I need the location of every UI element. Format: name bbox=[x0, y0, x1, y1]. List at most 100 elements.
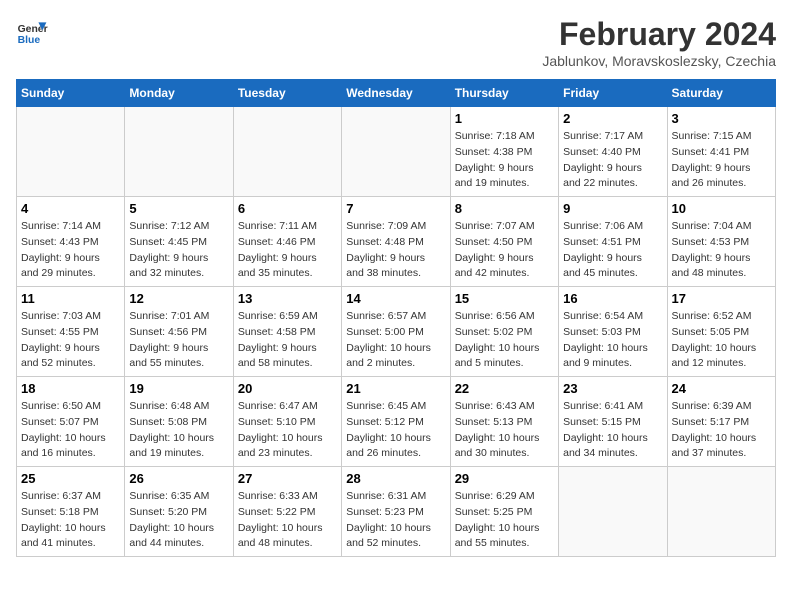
title-block: February 2024 Jablunkov, Moravskoslezsky… bbox=[542, 16, 776, 69]
calendar-cell bbox=[17, 107, 125, 197]
day-info: Sunrise: 7:09 AMSunset: 4:48 PMDaylight:… bbox=[346, 219, 445, 282]
day-info: Sunrise: 6:56 AMSunset: 5:02 PMDaylight:… bbox=[455, 309, 554, 372]
calendar-cell: 3 Sunrise: 7:15 AMSunset: 4:41 PMDaylight… bbox=[667, 107, 775, 197]
day-info: Sunrise: 6:29 AMSunset: 5:25 PMDaylight:… bbox=[455, 489, 554, 552]
day-info: Sunrise: 7:06 AMSunset: 4:51 PMDaylight:… bbox=[563, 219, 662, 282]
day-info: Sunrise: 7:12 AMSunset: 4:45 PMDaylight:… bbox=[129, 219, 228, 282]
header-saturday: Saturday bbox=[667, 80, 775, 107]
day-number: 19 bbox=[129, 381, 228, 396]
day-number: 2 bbox=[563, 111, 662, 126]
day-number: 3 bbox=[672, 111, 771, 126]
day-info: Sunrise: 6:41 AMSunset: 5:15 PMDaylight:… bbox=[563, 399, 662, 462]
calendar-cell: 12 Sunrise: 7:01 AMSunset: 4:56 PMDayligh… bbox=[125, 287, 233, 377]
calendar-cell: 24 Sunrise: 6:39 AMSunset: 5:17 PMDayligh… bbox=[667, 377, 775, 467]
header-thursday: Thursday bbox=[450, 80, 558, 107]
calendar-cell: 16 Sunrise: 6:54 AMSunset: 5:03 PMDayligh… bbox=[559, 287, 667, 377]
day-info: Sunrise: 6:37 AMSunset: 5:18 PMDaylight:… bbox=[21, 489, 120, 552]
day-number: 15 bbox=[455, 291, 554, 306]
calendar-cell: 23 Sunrise: 6:41 AMSunset: 5:15 PMDayligh… bbox=[559, 377, 667, 467]
calendar-cell: 10 Sunrise: 7:04 AMSunset: 4:53 PMDayligh… bbox=[667, 197, 775, 287]
calendar-cell: 22Sunrise: 6:43 AMSunset: 5:13 PMDayligh… bbox=[450, 377, 558, 467]
day-info: Sunrise: 6:50 AMSunset: 5:07 PMDaylight:… bbox=[21, 399, 120, 462]
calendar-cell: 21 Sunrise: 6:45 AMSunset: 5:12 PMDayligh… bbox=[342, 377, 450, 467]
header-sunday: Sunday bbox=[17, 80, 125, 107]
calendar-cell: 2 Sunrise: 7:17 AMSunset: 4:40 PMDaylight… bbox=[559, 107, 667, 197]
day-number: 26 bbox=[129, 471, 228, 486]
day-info: Sunrise: 6:59 AMSunset: 4:58 PMDaylight:… bbox=[238, 309, 337, 372]
calendar-cell: 6Sunrise: 7:11 AMSunset: 4:46 PMDaylight… bbox=[233, 197, 341, 287]
day-info: Sunrise: 7:01 AMSunset: 4:56 PMDaylight:… bbox=[129, 309, 228, 372]
day-number: 4 bbox=[21, 201, 120, 216]
day-info: Sunrise: 7:17 AMSunset: 4:40 PMDaylight:… bbox=[563, 129, 662, 192]
day-number: 11 bbox=[21, 291, 120, 306]
calendar-cell bbox=[342, 107, 450, 197]
day-info: Sunrise: 6:57 AMSunset: 5:00 PMDaylight:… bbox=[346, 309, 445, 372]
calendar-cell: 27 Sunrise: 6:33 AMSunset: 5:22 PMDayligh… bbox=[233, 467, 341, 557]
calendar-cell: 28Sunrise: 6:31 AMSunset: 5:23 PMDayligh… bbox=[342, 467, 450, 557]
day-number: 18 bbox=[21, 381, 120, 396]
calendar-cell: 7Sunrise: 7:09 AMSunset: 4:48 PMDaylight… bbox=[342, 197, 450, 287]
day-number: 12 bbox=[129, 291, 228, 306]
calendar-cell: 19 Sunrise: 6:48 AMSunset: 5:08 PMDayligh… bbox=[125, 377, 233, 467]
calendar-cell: 11 Sunrise: 7:03 AMSunset: 4:55 PMDayligh… bbox=[17, 287, 125, 377]
day-number: 28 bbox=[346, 471, 445, 486]
day-number: 8 bbox=[455, 201, 554, 216]
header-friday: Friday bbox=[559, 80, 667, 107]
day-number: 23 bbox=[563, 381, 662, 396]
day-number: 13 bbox=[238, 291, 337, 306]
day-number: 5 bbox=[129, 201, 228, 216]
logo-icon: General Blue bbox=[16, 16, 48, 48]
day-number: 16 bbox=[563, 291, 662, 306]
day-info: Sunrise: 6:54 AMSunset: 5:03 PMDaylight:… bbox=[563, 309, 662, 372]
week-row-3: 18 Sunrise: 6:50 AMSunset: 5:07 PMDayligh… bbox=[17, 377, 776, 467]
calendar-cell: 15 Sunrise: 6:56 AMSunset: 5:02 PMDayligh… bbox=[450, 287, 558, 377]
day-info: Sunrise: 6:47 AMSunset: 5:10 PMDaylight:… bbox=[238, 399, 337, 462]
calendar-cell: 26Sunrise: 6:35 AMSunset: 5:20 PMDayligh… bbox=[125, 467, 233, 557]
days-header-row: SundayMondayTuesdayWednesdayThursdayFrid… bbox=[17, 80, 776, 107]
day-info: Sunrise: 6:52 AMSunset: 5:05 PMDaylight:… bbox=[672, 309, 771, 372]
day-number: 10 bbox=[672, 201, 771, 216]
calendar-cell: 20Sunrise: 6:47 AMSunset: 5:10 PMDayligh… bbox=[233, 377, 341, 467]
day-info: Sunrise: 7:03 AMSunset: 4:55 PMDaylight:… bbox=[21, 309, 120, 372]
day-number: 21 bbox=[346, 381, 445, 396]
logo: General Blue bbox=[16, 16, 48, 48]
day-number: 24 bbox=[672, 381, 771, 396]
svg-text:Blue: Blue bbox=[18, 35, 41, 46]
calendar-cell bbox=[667, 467, 775, 557]
day-number: 25 bbox=[21, 471, 120, 486]
calendar-cell: 17Sunrise: 6:52 AMSunset: 5:05 PMDayligh… bbox=[667, 287, 775, 377]
day-number: 27 bbox=[238, 471, 337, 486]
day-info: Sunrise: 6:33 AMSunset: 5:22 PMDaylight:… bbox=[238, 489, 337, 552]
week-row-1: 4 Sunrise: 7:14 AMSunset: 4:43 PMDaylight… bbox=[17, 197, 776, 287]
calendar-table: SundayMondayTuesdayWednesdayThursdayFrid… bbox=[16, 79, 776, 557]
calendar-cell: 29 Sunrise: 6:29 AMSunset: 5:25 PMDayligh… bbox=[450, 467, 558, 557]
day-info: Sunrise: 6:39 AMSunset: 5:17 PMDaylight:… bbox=[672, 399, 771, 462]
calendar-cell: 8 Sunrise: 7:07 AMSunset: 4:50 PMDaylight… bbox=[450, 197, 558, 287]
day-number: 1 bbox=[455, 111, 554, 126]
header-monday: Monday bbox=[125, 80, 233, 107]
day-info: Sunrise: 7:14 AMSunset: 4:43 PMDaylight:… bbox=[21, 219, 120, 282]
day-info: Sunrise: 7:15 AMSunset: 4:41 PMDaylight:… bbox=[672, 129, 771, 192]
calendar-cell bbox=[125, 107, 233, 197]
week-row-0: 1 Sunrise: 7:18 AMSunset: 4:38 PMDaylight… bbox=[17, 107, 776, 197]
calendar-cell bbox=[233, 107, 341, 197]
calendar-cell: 18 Sunrise: 6:50 AMSunset: 5:07 PMDayligh… bbox=[17, 377, 125, 467]
day-info: Sunrise: 6:48 AMSunset: 5:08 PMDaylight:… bbox=[129, 399, 228, 462]
day-info: Sunrise: 7:18 AMSunset: 4:38 PMDaylight:… bbox=[455, 129, 554, 192]
calendar-cell: 1 Sunrise: 7:18 AMSunset: 4:38 PMDaylight… bbox=[450, 107, 558, 197]
day-number: 9 bbox=[563, 201, 662, 216]
header-wednesday: Wednesday bbox=[342, 80, 450, 107]
day-number: 14 bbox=[346, 291, 445, 306]
week-row-4: 25 Sunrise: 6:37 AMSunset: 5:18 PMDayligh… bbox=[17, 467, 776, 557]
calendar-cell bbox=[559, 467, 667, 557]
day-info: Sunrise: 7:04 AMSunset: 4:53 PMDaylight:… bbox=[672, 219, 771, 282]
calendar-cell: 4 Sunrise: 7:14 AMSunset: 4:43 PMDaylight… bbox=[17, 197, 125, 287]
header-tuesday: Tuesday bbox=[233, 80, 341, 107]
calendar-cell: 14 Sunrise: 6:57 AMSunset: 5:00 PMDayligh… bbox=[342, 287, 450, 377]
day-number: 29 bbox=[455, 471, 554, 486]
day-number: 22 bbox=[455, 381, 554, 396]
day-info: Sunrise: 6:45 AMSunset: 5:12 PMDaylight:… bbox=[346, 399, 445, 462]
month-title: February 2024 bbox=[542, 16, 776, 53]
day-info: Sunrise: 7:07 AMSunset: 4:50 PMDaylight:… bbox=[455, 219, 554, 282]
location-subtitle: Jablunkov, Moravskoslezsky, Czechia bbox=[542, 53, 776, 69]
